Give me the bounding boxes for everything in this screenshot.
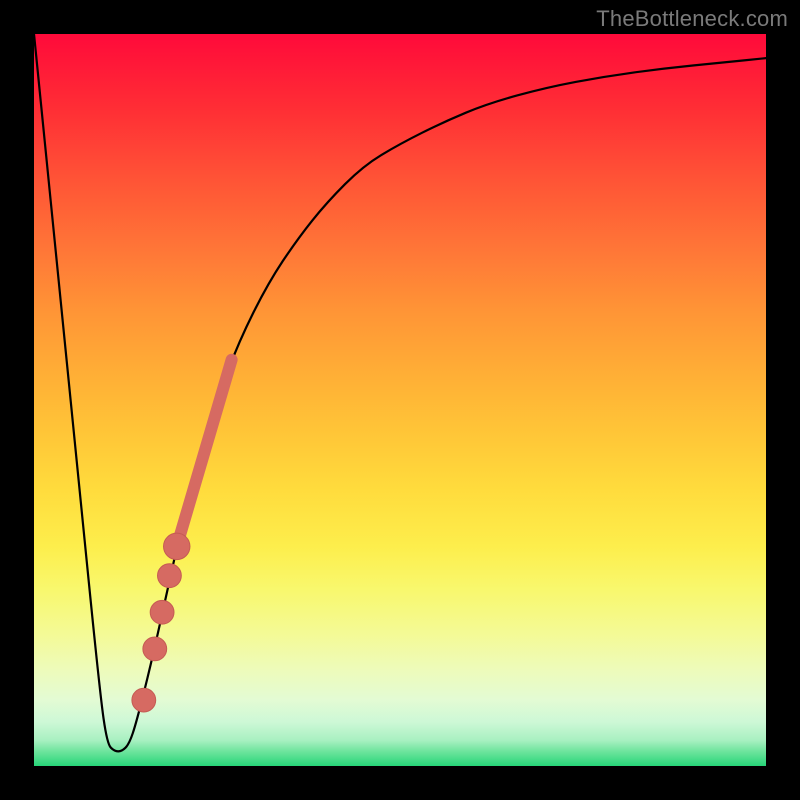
marker-dot	[132, 688, 156, 712]
curve-svg	[34, 34, 766, 766]
marker-dot	[143, 637, 167, 661]
marker-dot	[164, 533, 190, 559]
thick-segment	[177, 360, 232, 547]
chart-frame: TheBottleneck.com	[0, 0, 800, 800]
marker-dot	[150, 600, 174, 624]
plot-area	[34, 34, 766, 766]
watermark-text: TheBottleneck.com	[596, 6, 788, 32]
marker-dot	[158, 564, 182, 588]
markers-group	[132, 533, 190, 712]
